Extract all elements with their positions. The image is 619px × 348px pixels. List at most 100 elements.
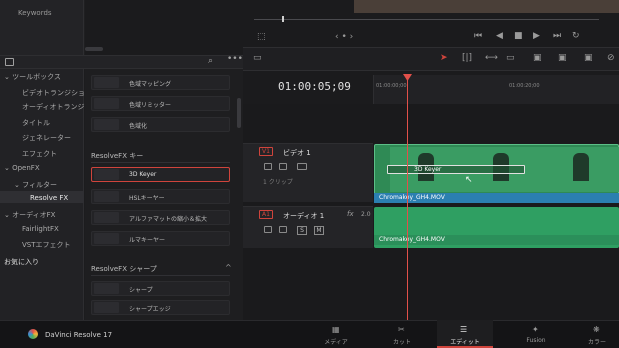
fx-label: ルマキーヤー <box>129 237 166 244</box>
fx-item-gamut-limiter[interactable]: 色域リミッター <box>91 96 230 111</box>
lock-icon[interactable] <box>264 163 272 170</box>
auto-select-icon[interactable] <box>279 163 287 170</box>
tree-generators[interactable]: ジェネレーター <box>22 133 71 143</box>
ruler-label: 01:00:00;00 <box>376 83 407 89</box>
tree-fairlight-fx[interactable]: FairlightFX <box>22 225 59 233</box>
tree-toolbox[interactable]: ⌄ ツールボックス <box>4 72 61 82</box>
track-badge-v1[interactable]: V1 <box>259 147 273 156</box>
scrub-bar[interactable] <box>254 19 599 20</box>
fx-indicator[interactable]: fx <box>347 210 354 218</box>
link-icon[interactable]: ⊘ <box>607 53 615 63</box>
fx-label: 色域マッピング <box>129 81 172 88</box>
fx-item-3d-keyer[interactable]: 3D Keyer <box>91 167 230 182</box>
tab-edit[interactable]: ☰ エディット <box>437 320 493 348</box>
select-tool-icon[interactable]: ➤ <box>440 53 448 63</box>
tree-label: フィルター <box>22 181 57 189</box>
effects-scrollbar[interactable] <box>237 98 241 128</box>
solo-button[interactable]: S <box>297 226 307 235</box>
video-clip-name-bar: Chromakey_GH4.MOV <box>374 193 619 203</box>
tab-color[interactable]: ❋ カラー <box>575 320 619 348</box>
fx-thumb <box>94 98 119 109</box>
mute-button[interactable]: M <box>314 226 324 235</box>
tree-openfx[interactable]: ⌄ OpenFX <box>4 164 40 172</box>
scrub-handle[interactable] <box>282 16 284 22</box>
tree-titles[interactable]: タイトル <box>22 118 50 128</box>
tree-favorites[interactable]: お気に入り <box>4 257 39 267</box>
tab-label: メディア <box>324 339 348 346</box>
davinci-logo-icon <box>28 329 38 339</box>
media-scrollbar[interactable] <box>85 47 103 51</box>
timeline-view-icon[interactable]: ▭ <box>253 53 262 63</box>
blade-tool-icon[interactable]: ▭ <box>506 53 515 63</box>
track-level: 2.0 <box>361 211 371 218</box>
dynamic-trim-icon[interactable]: ⟷ <box>485 53 498 63</box>
tab-cut[interactable]: ✂ カット <box>374 320 430 348</box>
trim-tool-icon[interactable]: [|] <box>462 53 472 63</box>
effects-toolbar: ⌕ ••• <box>0 54 243 69</box>
tab-media[interactable]: ▦ メディア <box>308 320 364 348</box>
step-back-icon[interactable]: ◀ <box>496 31 503 41</box>
tab-fusion[interactable]: ✦ Fusion <box>508 320 564 348</box>
auto-select-icon[interactable] <box>279 226 287 233</box>
fx-thumb <box>94 302 119 313</box>
keyer-section-header: ResolveFX キー <box>91 152 144 160</box>
divider <box>91 275 230 276</box>
go-start-icon[interactable]: ⏮ <box>474 31 482 41</box>
playhead[interactable] <box>407 74 408 320</box>
loop-icon[interactable]: ↻ <box>572 31 580 41</box>
stop-icon[interactable]: ■ <box>514 31 523 41</box>
panel-toggle-icon[interactable] <box>5 58 14 66</box>
fx-label: 色域化 <box>129 123 148 130</box>
tab-label: カット <box>392 339 411 346</box>
track-visibility-icon[interactable] <box>297 163 307 170</box>
search-icon[interactable]: ⌕ <box>208 56 213 66</box>
tree-video-transitions[interactable]: ビデオトランジション <box>22 88 92 98</box>
tree-audio-fx[interactable]: ⌄ オーディオFX <box>4 210 55 220</box>
media-list[interactable] <box>85 0 243 55</box>
tree-effects[interactable]: エフェクト <box>22 149 57 159</box>
track-name[interactable]: オーディオ 1 <box>283 211 324 221</box>
fx-item-gamutize[interactable]: 色域化 <box>91 117 230 132</box>
go-end-icon[interactable]: ⏭ <box>553 31 561 41</box>
tree-vst-effects[interactable]: VSTエフェクト <box>22 240 71 250</box>
insert-icon[interactable]: ▣ <box>533 53 542 63</box>
fx-item-sharpen-edges[interactable]: シャープエッジ <box>91 300 230 315</box>
color-page-icon: ❋ <box>593 325 600 334</box>
play-icon[interactable]: ▶ <box>533 31 540 41</box>
tree-label: ツールボックス <box>12 73 61 81</box>
fx-item-sharpen[interactable]: シャープ <box>91 281 230 296</box>
ruler-label: 01:00:20;00 <box>509 83 540 89</box>
collapse-icon[interactable]: ^ <box>225 263 232 272</box>
fx-label: シャープエッジ <box>129 306 171 313</box>
crop-icon[interactable]: ⬚ <box>257 32 266 42</box>
audio-clip-name-bar: Chromakey_GH4.MOV <box>374 235 619 245</box>
fx-thumb <box>94 191 119 202</box>
tree-label: OpenFX <box>12 164 40 172</box>
fx-label: 色域リミッター <box>129 102 172 109</box>
clip-count: 1 クリップ <box>263 179 293 186</box>
tree-filters[interactable]: ⌄ フィルター <box>14 180 57 190</box>
fx-item-gamut-mapping[interactable]: 色域マッピング <box>91 75 230 90</box>
clip-name: Chromakey_GH4.MOV <box>379 194 445 201</box>
replace-icon[interactable]: ▣ <box>584 53 593 63</box>
tree-label: オーディオFX <box>12 211 56 219</box>
person-figure <box>573 153 589 181</box>
tree-resolve-fx[interactable]: Resolve FX <box>30 194 68 202</box>
edit-page-icon: ☰ <box>460 325 468 334</box>
fx-label: アルファマットの縮小＆拡大 <box>129 216 207 223</box>
fx-label: HSLキーヤー <box>129 195 165 202</box>
fx-item-luma-keyer[interactable]: ルマキーヤー <box>91 231 230 246</box>
fx-item-alpha-matte[interactable]: アルファマットの縮小＆拡大 <box>91 210 230 225</box>
viewer-frame <box>354 0 619 13</box>
nav-icon[interactable]: ‹ • › <box>335 32 353 42</box>
timeline-ruler[interactable] <box>373 75 619 104</box>
lock-icon[interactable] <box>264 226 272 233</box>
fx-thumb <box>94 169 119 180</box>
track-badge-a1[interactable]: A1 <box>259 210 273 219</box>
more-options-icon[interactable]: ••• <box>227 54 243 64</box>
track-name[interactable]: ビデオ 1 <box>283 148 311 158</box>
overwrite-icon[interactable]: ▣ <box>558 53 567 63</box>
cut-page-icon: ✂ <box>398 325 405 334</box>
fx-item-hsl-keyer[interactable]: HSLキーヤー <box>91 189 230 204</box>
fx-label: 3D Keyer <box>129 171 157 178</box>
